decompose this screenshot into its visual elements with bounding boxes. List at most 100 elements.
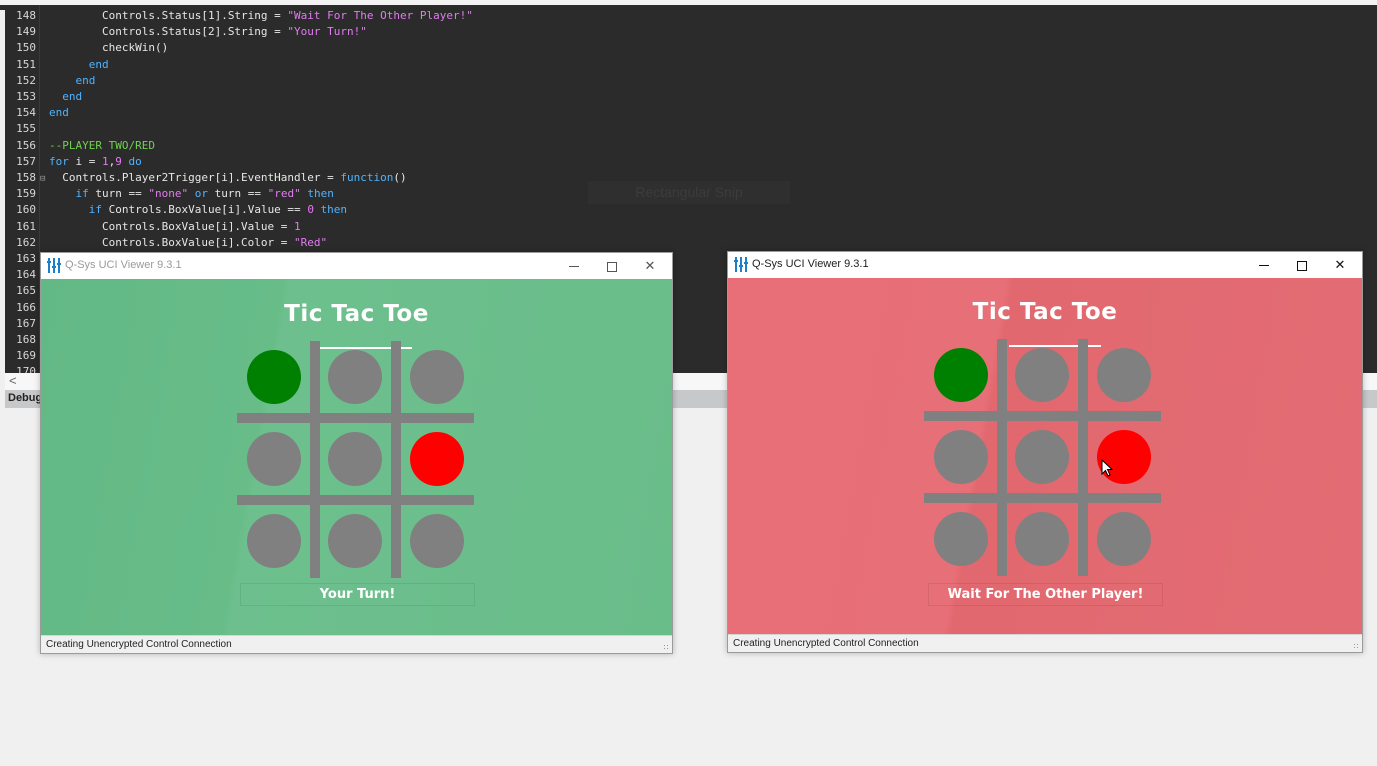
- line-number: 164: [16, 268, 36, 282]
- close-button[interactable]: ✕: [630, 253, 670, 279]
- board-cell[interactable]: [247, 432, 301, 486]
- code-line[interactable]: 155: [5, 121, 49, 137]
- board-cell[interactable]: [410, 432, 464, 486]
- code-token: turn ==: [88, 187, 149, 201]
- code-line[interactable]: 148 Controls.Status[1].String = "Wait Fo…: [5, 8, 473, 24]
- mouse-cursor-icon: [1101, 459, 1113, 477]
- grid-line-horizontal: [924, 411, 1161, 421]
- board-cell[interactable]: [247, 514, 301, 568]
- uci-viewer-window-player2: Q-Sys UCI Viewer 9.3.1 ✕ Tic Tac Toe Wai…: [727, 251, 1363, 653]
- maximize-icon: [607, 261, 617, 272]
- code-token: checkWin(): [101, 41, 169, 55]
- code-line[interactable]: 152 end: [5, 73, 95, 89]
- grid-line-vertical: [391, 341, 401, 578]
- code-line[interactable]: 149 Controls.Status[2].String = "Your Tu…: [5, 24, 367, 40]
- line-number: 161: [16, 219, 36, 233]
- line-number: 165: [16, 284, 36, 298]
- grid-line-horizontal: [237, 413, 474, 423]
- code-token: or: [194, 187, 208, 201]
- code-token: 9: [115, 154, 122, 168]
- code-token: Controls.Status[1].String =: [101, 9, 288, 22]
- code-token: end: [62, 90, 83, 103]
- board-cell[interactable]: [1015, 512, 1069, 566]
- code-token: then: [307, 187, 334, 201]
- code-line[interactable]: 154 end: [5, 105, 69, 121]
- scroll-left-arrow-icon[interactable]: <: [9, 373, 17, 388]
- board-cell[interactable]: [328, 432, 382, 486]
- board-cell[interactable]: [1097, 348, 1151, 402]
- code-line[interactable]: 151 end: [5, 57, 109, 73]
- code-token: do: [128, 154, 142, 168]
- resize-grip-icon[interactable]: [1353, 643, 1360, 650]
- turn-status: Wait For The Other Player!: [928, 583, 1163, 606]
- board-cell[interactable]: [328, 350, 382, 404]
- board-cell[interactable]: [1015, 430, 1069, 484]
- board-cell[interactable]: [934, 348, 988, 402]
- board-cell[interactable]: [1097, 512, 1151, 566]
- code-token: "Your Turn!": [287, 25, 367, 39]
- code-line[interactable]: 158 ⊟ Controls.Player2Trigger[i].EventHan…: [5, 170, 407, 186]
- window-title: Q-Sys UCI Viewer 9.3.1: [752, 258, 869, 270]
- board-cell[interactable]: [328, 514, 382, 568]
- code-line[interactable]: 161 Controls.BoxValue[i].Value = 1: [5, 219, 301, 235]
- board-cell[interactable]: [1015, 348, 1069, 402]
- close-icon: ✕: [644, 258, 656, 273]
- code-token: for: [49, 154, 69, 168]
- fold-toggle-icon[interactable]: ⊟: [40, 171, 49, 187]
- code-line[interactable]: 150 checkWin(): [5, 40, 168, 56]
- minimize-button[interactable]: [1244, 252, 1284, 278]
- minimize-button[interactable]: [554, 253, 594, 279]
- board-cell[interactable]: [410, 350, 464, 404]
- uci-viewer-window-player1: Q-Sys UCI Viewer 9.3.1 ✕ Tic Tac Toe You…: [40, 252, 673, 654]
- debug-tab[interactable]: Debug: [8, 392, 42, 404]
- code-token: 0: [307, 203, 314, 217]
- window-title: Q-Sys UCI Viewer 9.3.1: [65, 259, 182, 271]
- close-button[interactable]: ✕: [1320, 252, 1360, 278]
- board-cell[interactable]: [247, 350, 301, 404]
- window-statusbar: Creating Unencrypted Control Connection: [728, 634, 1362, 652]
- code-line[interactable]: 162 Controls.BoxValue[i].Color = "Red": [5, 235, 327, 251]
- code-line[interactable]: 160 if Controls.BoxValue[i].Value == 0 t…: [5, 202, 347, 218]
- desktop: 148 Controls.Status[1].String = "Wait Fo…: [0, 0, 1377, 766]
- code-token: if: [75, 187, 89, 201]
- maximize-button[interactable]: [592, 253, 632, 279]
- maximize-button[interactable]: [1282, 252, 1322, 278]
- code-line[interactable]: 153 end: [5, 89, 82, 105]
- window-titlebar[interactable]: Q-Sys UCI Viewer 9.3.1 ✕: [728, 252, 1362, 278]
- code-line[interactable]: 159 if turn == "none" or turn == "red" t…: [5, 186, 334, 202]
- code-token: 1: [102, 154, 109, 168]
- line-number: 148: [16, 9, 36, 22]
- resize-grip-icon[interactable]: [663, 644, 670, 651]
- code-token: (): [393, 171, 407, 184]
- board-cell[interactable]: [410, 514, 464, 568]
- board-cell[interactable]: [934, 512, 988, 566]
- board-cell[interactable]: [934, 430, 988, 484]
- line-number: 158: [16, 171, 36, 184]
- window-titlebar[interactable]: Q-Sys UCI Viewer 9.3.1 ✕: [41, 253, 672, 279]
- code-line[interactable]: 157 for i = 1,9 do: [5, 154, 142, 170]
- minimize-icon: [1259, 265, 1269, 267]
- game-title: Tic Tac Toe: [728, 299, 1362, 347]
- code-token: end: [88, 57, 109, 71]
- code-line[interactable]: 156 --PLAYER TWO/RED: [5, 138, 155, 154]
- grid-line-horizontal: [924, 493, 1161, 503]
